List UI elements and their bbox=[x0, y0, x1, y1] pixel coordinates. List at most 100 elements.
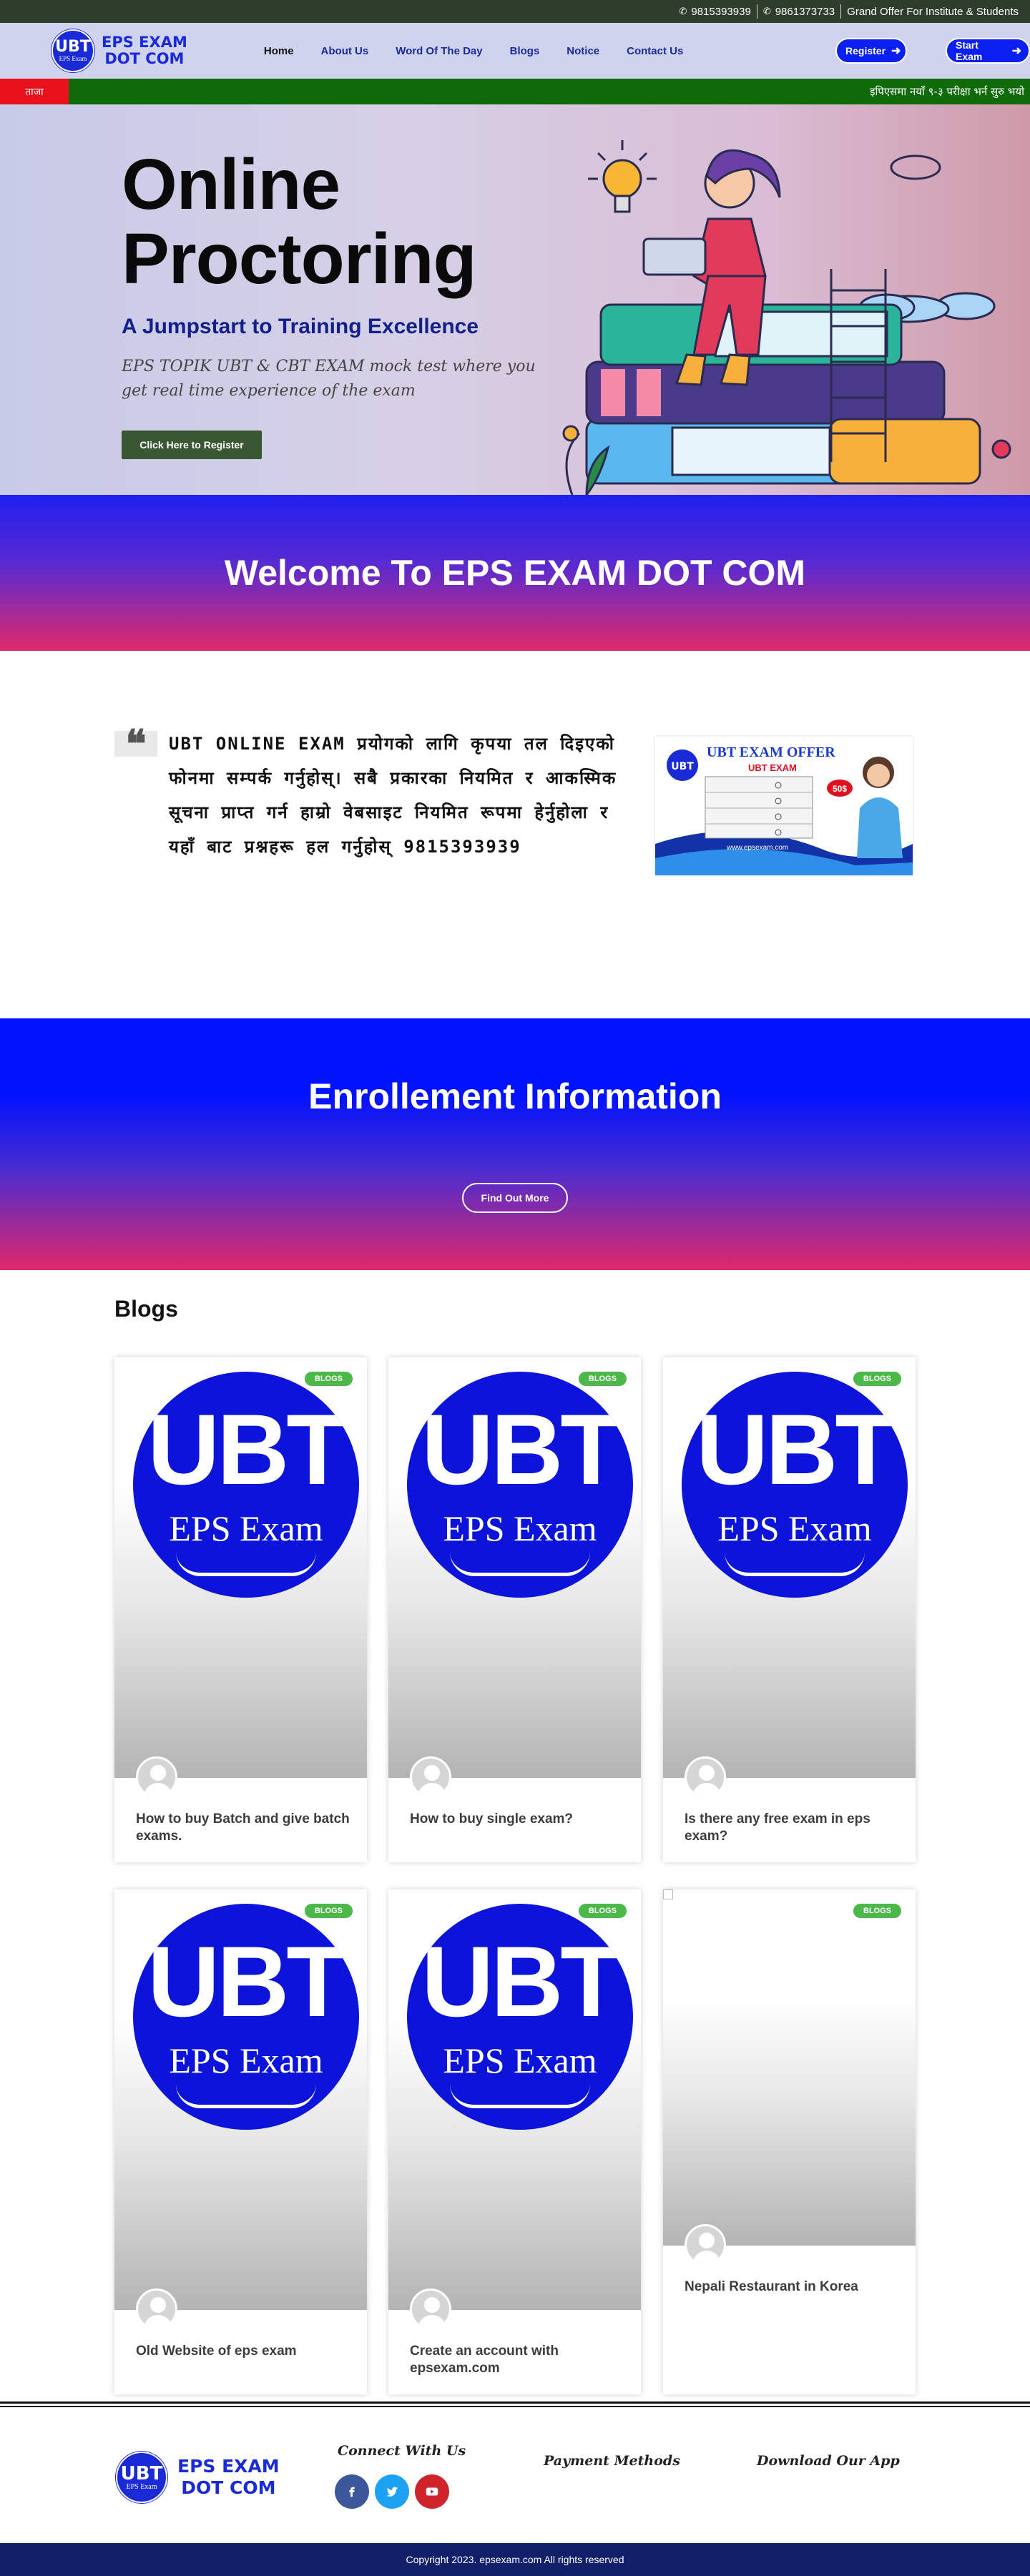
blog-title[interactable]: Old Website of eps exam bbox=[136, 2343, 350, 2360]
welcome-heading: Welcome To EPS EXAM DOT COM bbox=[224, 553, 806, 593]
category-badge[interactable]: BLOGS bbox=[578, 1904, 627, 1918]
ubt-offer-image[interactable]: UBT UBT EXAM OFFER UBT EXAM 50$ www.epse… bbox=[655, 737, 913, 875]
author-avatar bbox=[410, 1756, 451, 1798]
footer-logo-line-1: EPS EXAM bbox=[177, 2456, 280, 2477]
author-avatar bbox=[136, 2289, 177, 2330]
logo-badge-main: UBT bbox=[55, 38, 91, 56]
ubt-logo-sub: EPS Exam bbox=[443, 1508, 597, 1548]
blog-card[interactable]: UBT EPS Exam BLOGS Is there any free exa… bbox=[663, 1357, 916, 1862]
main-nav: Home About Us Word Of The Day Blogs Noti… bbox=[250, 45, 697, 57]
category-badge[interactable]: BLOGS bbox=[304, 1904, 353, 1918]
blog-card[interactable]: UBT EPS Exam BLOGS How to buy Batch and … bbox=[114, 1357, 367, 1862]
hero-title: Online Proctoring bbox=[122, 144, 477, 296]
broken-image-icon bbox=[663, 1889, 673, 1899]
youtube-icon[interactable] bbox=[415, 2474, 449, 2509]
blog-card[interactable]: UBT EPS Exam BLOGS Old Website of eps ex… bbox=[114, 1889, 367, 2394]
logo-swoosh bbox=[450, 1552, 590, 1576]
blog-card[interactable]: UBT EPS Exam BLOGS How to buy single exa… bbox=[388, 1357, 641, 1862]
ubt-logo-sub: EPS Exam bbox=[169, 1508, 323, 1548]
offer-url: www.epsexam.com bbox=[726, 844, 788, 852]
twitter-icon[interactable] bbox=[375, 2474, 409, 2509]
ubt-logo-image: UBT EPS Exam bbox=[407, 1904, 633, 2130]
blog-thumbnail[interactable]: UBT EPS Exam bbox=[663, 1357, 916, 1778]
nav-blogs[interactable]: Blogs bbox=[496, 45, 554, 57]
phone-2-text: 9861373733 bbox=[775, 5, 835, 18]
footer-logo-badge: UBT EPS Exam bbox=[116, 2452, 167, 2503]
blog-title[interactable]: How to buy Batch and give batch exams. bbox=[136, 1811, 350, 1845]
site-logo[interactable]: UBT EPS Exam EPS EXAM DOT COM bbox=[52, 29, 187, 72]
nav-word-of-the-day[interactable]: Word Of The Day bbox=[382, 45, 496, 57]
blog-title[interactable]: Nepali Restaurant in Korea bbox=[685, 2278, 899, 2296]
enrollment-section: Enrollement Information Find Out More bbox=[0, 1018, 1030, 1270]
author-avatar bbox=[685, 2224, 726, 2266]
phone-icon: ✆ bbox=[679, 6, 687, 16]
category-badge[interactable]: BLOGS bbox=[304, 1372, 353, 1386]
ubt-logo-main: UBT bbox=[421, 1393, 622, 1505]
nav-notice[interactable]: Notice bbox=[553, 45, 613, 57]
register-cta-button[interactable]: Click Here to Register bbox=[122, 431, 262, 459]
logo-swoosh bbox=[725, 1552, 865, 1576]
blogs-heading: Blogs bbox=[114, 1296, 178, 1322]
footer-logo[interactable]: UBT EPS Exam EPS EXAM DOT COM bbox=[116, 2452, 280, 2503]
twitter-glyph bbox=[386, 2487, 398, 2497]
register-button[interactable]: Register ➜ bbox=[835, 38, 907, 64]
phone-1[interactable]: ✆ 9815393939 bbox=[673, 4, 757, 19]
category-badge[interactable]: BLOGS bbox=[853, 1372, 901, 1386]
blog-title[interactable]: Is there any free exam in eps exam? bbox=[685, 1811, 899, 1845]
footer-logo-text: EPS EXAM DOT COM bbox=[177, 2456, 280, 2499]
connect-heading: Connect With Us bbox=[338, 2443, 466, 2459]
logo-line-1: EPS EXAM bbox=[102, 34, 187, 51]
blog-thumbnail[interactable]: UBT EPS Exam bbox=[388, 1889, 641, 2310]
footer-logo-badge-sub: EPS Exam bbox=[126, 2482, 157, 2491]
blog-title[interactable]: How to buy single exam? bbox=[410, 1811, 624, 1828]
nav-contact-us[interactable]: Contact Us bbox=[613, 45, 697, 57]
hero-section: Online Proctoring A Jumpstart to Trainin… bbox=[0, 104, 1030, 495]
blog-thumbnail[interactable]: UBT EPS Exam bbox=[388, 1357, 641, 1778]
offer-title: UBT EXAM OFFER bbox=[707, 744, 835, 760]
logo-swoosh bbox=[450, 2084, 590, 2108]
ticker-label: ताजा bbox=[0, 79, 69, 104]
author-avatar bbox=[410, 2289, 451, 2330]
footer-divider bbox=[0, 2402, 1030, 2407]
blog-thumbnail[interactable]: UBT EPS Exam bbox=[114, 1357, 367, 1778]
arrow-right-icon: ➜ bbox=[891, 45, 901, 57]
blog-thumbnail[interactable] bbox=[663, 1889, 916, 2246]
ticker-text[interactable]: इपिएसमा नयाँ ९-३ परीक्षा भर्न सुरु भयो bbox=[870, 84, 1024, 99]
welcome-banner: Welcome To EPS EXAM DOT COM bbox=[0, 495, 1030, 651]
logo-swoosh bbox=[176, 1552, 316, 1576]
ubt-logo-image: UBT EPS Exam bbox=[682, 1372, 908, 1598]
ubt-logo-image: UBT EPS Exam bbox=[133, 1904, 359, 2130]
offer-price: 50$ bbox=[833, 784, 847, 794]
top-contact-bar: ✆ 9815393939 ✆ 9861373733 Grand Offer Fo… bbox=[0, 0, 1030, 23]
notice-quote-text: UBT ONLINE EXAM प्रयोगको लागि कृपया तल द… bbox=[169, 734, 617, 857]
blog-card[interactable]: UBT EPS Exam BLOGS Create an account wit… bbox=[388, 1889, 641, 2394]
nav-about-us[interactable]: About Us bbox=[308, 45, 383, 57]
category-badge[interactable]: BLOGS bbox=[853, 1904, 901, 1918]
nav-home[interactable]: Home bbox=[250, 45, 308, 57]
grand-offer-link[interactable]: Grand Offer For Institute & Students bbox=[841, 4, 1024, 19]
facebook-icon[interactable] bbox=[335, 2474, 369, 2509]
ubt-logo-sub: EPS Exam bbox=[443, 2040, 597, 2080]
start-exam-button[interactable]: Start Exam ➜ bbox=[946, 38, 1030, 64]
site-header: UBT EPS Exam EPS EXAM DOT COM Home About… bbox=[0, 23, 1030, 79]
blog-thumbnail[interactable]: UBT EPS Exam bbox=[114, 1889, 367, 2310]
hero-description: EPS TOPIK UBT & CBT EXAM mock test where… bbox=[122, 358, 536, 400]
ubt-logo-image: UBT EPS Exam bbox=[407, 1372, 633, 1598]
ubt-logo-main: UBT bbox=[696, 1393, 896, 1505]
logo-text: EPS EXAM DOT COM bbox=[102, 34, 187, 67]
author-avatar bbox=[685, 1756, 726, 1798]
hero-title-line-1: Online bbox=[122, 144, 340, 225]
ubt-logo-sub: EPS Exam bbox=[717, 1508, 872, 1548]
facebook-glyph bbox=[349, 2487, 355, 2497]
category-badge[interactable]: BLOGS bbox=[578, 1372, 627, 1386]
svg-text:UBT: UBT bbox=[671, 761, 694, 772]
notice-quote-section: ❝ UBT ONLINE EXAM प्रयोगको लागि कृपया तल… bbox=[0, 651, 1030, 1018]
phone-2[interactable]: ✆ 9861373733 bbox=[757, 4, 842, 19]
blog-title[interactable]: Create an account with epsexam.com bbox=[410, 2343, 624, 2377]
ubt-logo-main: UBT bbox=[147, 1925, 348, 2037]
register-button-label: Register bbox=[845, 45, 886, 56]
find-out-more-button[interactable]: Find Out More bbox=[462, 1183, 568, 1213]
ubt-logo-image: UBT EPS Exam bbox=[133, 1372, 359, 1598]
blog-card[interactable]: BLOGS Nepali Restaurant in Korea bbox=[663, 1889, 916, 2394]
author-avatar bbox=[136, 1756, 177, 1798]
